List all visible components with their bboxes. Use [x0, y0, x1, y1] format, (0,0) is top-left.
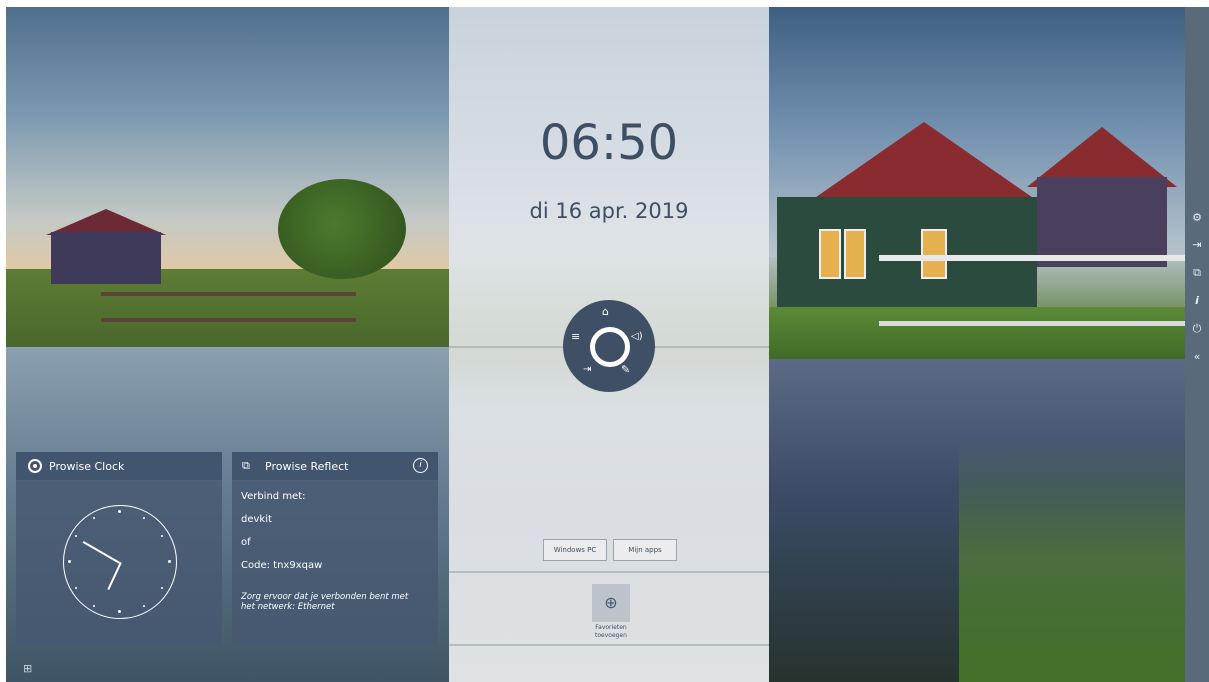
clock-widget: Prowise Clock: [16, 452, 222, 644]
power-icon[interactable]: ⏻: [1185, 319, 1209, 339]
reflect-widget: ⧉ Prowise Reflect i Verbind met: devkit …: [232, 452, 438, 644]
home-icon[interactable]: ⌂: [602, 306, 609, 318]
connect-label: Verbind met:: [241, 491, 306, 502]
clock-tick: [143, 605, 145, 607]
sidebar: ⚙ ⇥ ⧉ i ⏻ «: [1185, 7, 1209, 682]
clock-date: di 16 apr. 2019: [529, 199, 689, 223]
device-name: devkit: [241, 514, 272, 525]
desktop: ⚙ ⇥ ⧉ i ⏻ « 06:50 di 16 apr. 2019 ⌂ ≡ ◁)…: [6, 7, 1209, 682]
clock-tick: [118, 510, 121, 513]
widget-title: Prowise Clock: [49, 460, 125, 473]
network-note: Zorg ervoor dat je verbonden bent met he…: [241, 592, 409, 612]
info-icon[interactable]: i: [413, 458, 428, 473]
plus-icon: ⊕: [604, 593, 618, 612]
screen-share-icon[interactable]: ⧉: [1185, 263, 1209, 283]
fence: [101, 292, 356, 322]
clock-tick: [75, 535, 77, 537]
analog-clock: [63, 505, 177, 619]
clock-tick: [143, 517, 145, 519]
pen-icon[interactable]: ✎: [621, 364, 630, 376]
clock-tick: [93, 517, 95, 519]
clock-tick: [161, 587, 163, 589]
reeds: [959, 437, 1185, 682]
wallpaper-right: [769, 7, 1185, 682]
radial-center-button[interactable]: [590, 327, 630, 367]
clock-tick: [68, 560, 71, 563]
window: [844, 229, 866, 279]
bridge: [879, 255, 1185, 326]
widget-header: Prowise Clock: [16, 452, 222, 481]
apps-grid-icon[interactable]: ⊞: [23, 662, 32, 675]
input-source-icon[interactable]: ⇥: [583, 364, 591, 376]
widget-header: ⧉ Prowise Reflect i: [232, 452, 438, 481]
or-label: of: [241, 537, 251, 548]
menu-icon[interactable]: ≡: [571, 331, 580, 343]
clock-tick: [168, 560, 171, 563]
clock-tick: [161, 535, 163, 537]
connection-code: Code: tnx9xqaw: [241, 560, 323, 571]
collapse-icon[interactable]: «: [1185, 347, 1209, 367]
tree: [278, 179, 406, 279]
info-icon[interactable]: i: [1185, 291, 1209, 311]
input-source-icon[interactable]: ⇥: [1185, 235, 1209, 255]
settings-icon[interactable]: ⚙: [1185, 208, 1209, 228]
windows-pc-button[interactable]: Windows PC: [543, 539, 607, 561]
widget-title: Prowise Reflect: [265, 460, 349, 473]
clock-time: 06:50: [539, 115, 679, 171]
clock-tick: [118, 610, 121, 613]
clock-tick: [75, 587, 77, 589]
house: [1037, 177, 1167, 267]
house-roof: [809, 122, 1039, 202]
my-apps-button[interactable]: Mijn apps: [613, 539, 677, 561]
window: [819, 229, 841, 279]
minute-hand: [82, 541, 120, 564]
radial-menu[interactable]: ⌂ ≡ ◁) ⇥ ✎: [563, 300, 655, 392]
add-favorite-button[interactable]: ⊕: [592, 584, 630, 622]
clock-widget-icon: [28, 459, 42, 473]
divider: [449, 571, 769, 573]
add-favorite-label: Favorieten toevoegen: [595, 624, 627, 639]
hour-hand: [107, 562, 122, 590]
divider: [449, 644, 769, 646]
screen-share-icon: ⧉: [242, 459, 250, 472]
volume-icon[interactable]: ◁): [631, 331, 643, 343]
house: [51, 232, 161, 284]
clock-tick: [93, 605, 95, 607]
